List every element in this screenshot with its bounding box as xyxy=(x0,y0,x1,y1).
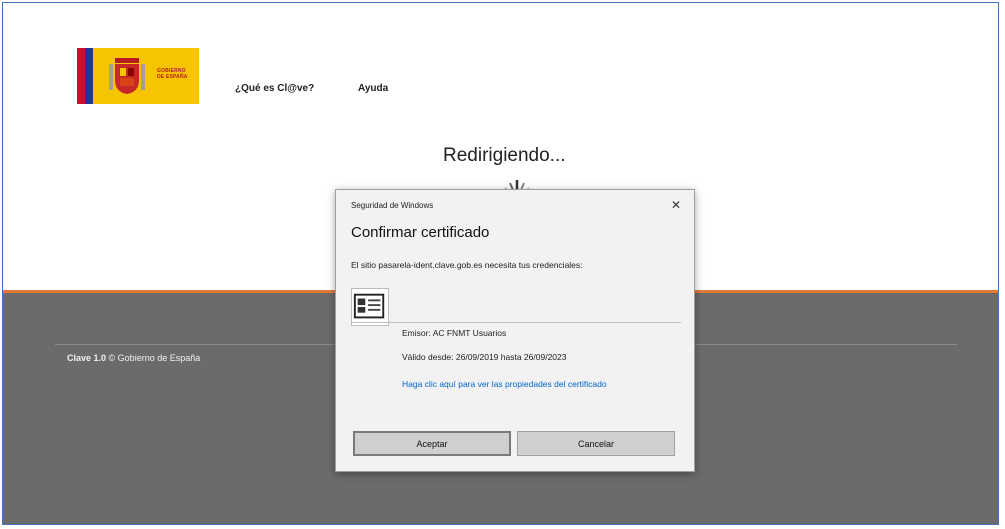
accept-button[interactable]: Aceptar xyxy=(353,431,511,456)
logo-blue-bar xyxy=(85,48,93,104)
browser-viewport: GOBIERNO DE ESPAÑA ¿Qué es Cl@ve? Ayuda … xyxy=(2,2,999,525)
certificate-issuer: Emisor: AC FNMT Usuarios xyxy=(402,328,507,338)
close-icon[interactable]: ✕ xyxy=(669,198,683,212)
cancel-button[interactable]: Cancelar xyxy=(517,431,675,456)
certificate-properties-link[interactable]: Haga clic aquí para ver las propiedades … xyxy=(402,378,642,390)
logo-text: GOBIERNO DE ESPAÑA xyxy=(157,68,188,80)
logo-red-bar xyxy=(77,48,85,104)
dialog-heading: Confirmar certificado xyxy=(351,224,490,241)
coat-of-arms-icon xyxy=(109,58,145,94)
windows-security-dialog: Seguridad de Windows ✕ Confirmar certifi… xyxy=(335,189,695,472)
certificate-separator xyxy=(351,322,681,323)
footer-copyright-text: © Gobierno de España xyxy=(108,353,201,363)
gobierno-espana-logo[interactable]: GOBIERNO DE ESPAÑA xyxy=(77,48,199,104)
certificate-validity: Válido desde: 26/09/2019 hasta 26/09/202… xyxy=(402,352,567,362)
nav-link-que-es-clave[interactable]: ¿Qué es Cl@ve? xyxy=(235,83,314,94)
footer-brand: Clave 1.0 xyxy=(67,353,107,363)
dialog-message: El sitio pasarela-ident.clave.gob.es nec… xyxy=(351,260,583,270)
redirecting-status: Redirigiendo... xyxy=(443,145,566,166)
certificate-icon[interactable] xyxy=(351,288,389,326)
footer-copyright: Clave 1.0 © Gobierno de España xyxy=(67,353,200,363)
dialog-caption: Seguridad de Windows xyxy=(351,201,434,210)
nav-link-ayuda[interactable]: Ayuda xyxy=(358,83,388,94)
